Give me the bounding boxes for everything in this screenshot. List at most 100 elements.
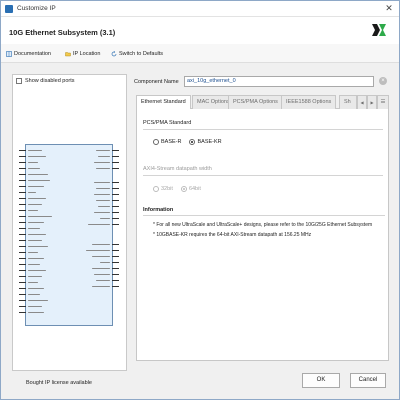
port-stub xyxy=(112,286,119,287)
port-label-placeholder xyxy=(28,311,44,314)
base-r-option[interactable]: BASE-R xyxy=(153,139,181,145)
license-status: Bought IP license available xyxy=(26,380,92,386)
tab-shared-logic[interactable]: Sh xyxy=(339,95,357,109)
base-kr-label: BASE-KR xyxy=(197,139,222,145)
input-port xyxy=(19,257,52,260)
port-stub xyxy=(19,222,26,223)
output-port xyxy=(96,149,119,152)
port-stub xyxy=(19,210,26,211)
port-label-placeholder xyxy=(28,167,40,170)
documentation-button[interactable]: Documentation xyxy=(6,49,51,59)
port-stub xyxy=(112,156,119,157)
port-stub xyxy=(19,174,26,175)
port-stub xyxy=(112,224,119,225)
show-disabled-ports-label: Show disabled ports xyxy=(25,78,75,84)
switch-to-defaults-label: Switch to Defaults xyxy=(119,51,164,57)
tab-menu-icon[interactable]: ☰ xyxy=(377,95,389,109)
port-label-placeholder xyxy=(28,197,46,200)
component-name-row: Component Name axi_10g_ethernet_0 × xyxy=(134,76,389,88)
output-port xyxy=(88,223,119,226)
component-name-input[interactable]: axi_10g_ethernet_0 xyxy=(184,76,374,87)
ethernet-standard-panel: PCS/PMA Standard BASE-R BASE-KR AXI4-Str… xyxy=(136,109,389,361)
64bit-radio xyxy=(180,186,187,192)
port-stub xyxy=(112,188,119,189)
output-port xyxy=(92,267,119,270)
port-label-placeholder xyxy=(28,275,42,278)
base-kr-radio[interactable] xyxy=(189,139,196,145)
configuration-pane: Component Name axi_10g_ethernet_0 × Ethe… xyxy=(132,74,389,371)
show-disabled-ports-checkbox[interactable]: Show disabled ports xyxy=(16,78,75,84)
output-port xyxy=(96,279,119,282)
input-port xyxy=(19,221,52,224)
port-label-placeholder xyxy=(96,187,110,190)
port-stub xyxy=(19,168,26,169)
app-icon xyxy=(5,5,13,13)
64bit-option: 64bit xyxy=(180,186,201,192)
port-stub xyxy=(19,306,26,307)
port-label-placeholder xyxy=(28,299,48,302)
tab-prev-icon[interactable]: ◀ xyxy=(357,95,367,109)
port-label-placeholder xyxy=(94,273,110,276)
port-stub xyxy=(19,180,26,181)
divider xyxy=(143,129,383,130)
output-port xyxy=(94,193,119,196)
output-port xyxy=(92,255,119,258)
input-port xyxy=(19,155,52,158)
input-port xyxy=(19,161,52,164)
input-port xyxy=(19,149,52,152)
tab-ethernet-standard[interactable]: Ethernet Standard xyxy=(136,95,191,110)
port-stub xyxy=(19,216,26,217)
output-port xyxy=(92,243,119,246)
output-port xyxy=(94,273,119,276)
input-port xyxy=(19,227,52,230)
ip-location-button[interactable]: IP Location xyxy=(65,49,100,59)
input-port xyxy=(19,167,52,170)
tab-pcs-pma-options[interactable]: PCS/PMA Options xyxy=(228,95,283,109)
port-label-placeholder xyxy=(28,293,40,296)
32bit-option: 32bit xyxy=(153,186,173,192)
input-port xyxy=(19,209,52,212)
port-stub xyxy=(19,312,26,313)
clear-icon[interactable]: × xyxy=(379,77,387,85)
ip-header: 10G Ethernet Subsystem (3.1) xyxy=(1,17,399,44)
output-port xyxy=(94,211,119,214)
info-line-kr-requirement: * 10GBASE-KR requires the 64-bit AXI-Str… xyxy=(153,232,312,238)
input-port xyxy=(19,251,52,254)
tab-next-icon[interactable]: ▶ xyxy=(367,95,377,109)
ip-location-label: IP Location xyxy=(73,51,101,57)
port-stub xyxy=(112,182,119,183)
ok-button[interactable]: OK xyxy=(302,373,340,388)
port-label-placeholder xyxy=(92,285,110,288)
port-stub xyxy=(19,156,26,157)
axi-datapath-title: AXI4-Stream datapath width xyxy=(143,166,212,172)
port-stub xyxy=(112,212,119,213)
close-icon[interactable]: ✕ xyxy=(383,3,395,14)
port-label-placeholder xyxy=(28,305,42,308)
port-label-placeholder xyxy=(28,257,44,260)
port-label-placeholder xyxy=(28,281,38,284)
cancel-button[interactable]: Cancel xyxy=(350,373,386,388)
port-stub xyxy=(112,244,119,245)
port-label-placeholder xyxy=(28,269,46,272)
output-port xyxy=(100,217,119,220)
port-stub xyxy=(19,234,26,235)
port-label-placeholder xyxy=(98,155,110,158)
port-label-placeholder xyxy=(94,181,110,184)
tab-ieee1588-options[interactable]: IEEE1588 Options xyxy=(281,95,337,109)
port-label-placeholder xyxy=(28,155,46,158)
port-label-placeholder xyxy=(98,205,110,208)
checkbox-box[interactable] xyxy=(16,78,22,84)
port-stub xyxy=(19,204,26,205)
base-kr-option[interactable]: BASE-KR xyxy=(189,139,222,145)
base-r-radio[interactable] xyxy=(153,139,159,145)
input-port xyxy=(19,191,52,194)
input-port xyxy=(19,293,52,296)
title-bar[interactable]: Customize IP ✕ xyxy=(1,1,399,17)
output-ports xyxy=(86,149,119,288)
input-port xyxy=(19,203,52,206)
port-label-placeholder xyxy=(28,161,38,164)
port-label-placeholder xyxy=(28,173,48,176)
documentation-label: Documentation xyxy=(14,51,51,57)
switch-to-defaults-button[interactable]: Switch to Defaults xyxy=(111,49,163,59)
port-label-placeholder xyxy=(94,193,110,196)
